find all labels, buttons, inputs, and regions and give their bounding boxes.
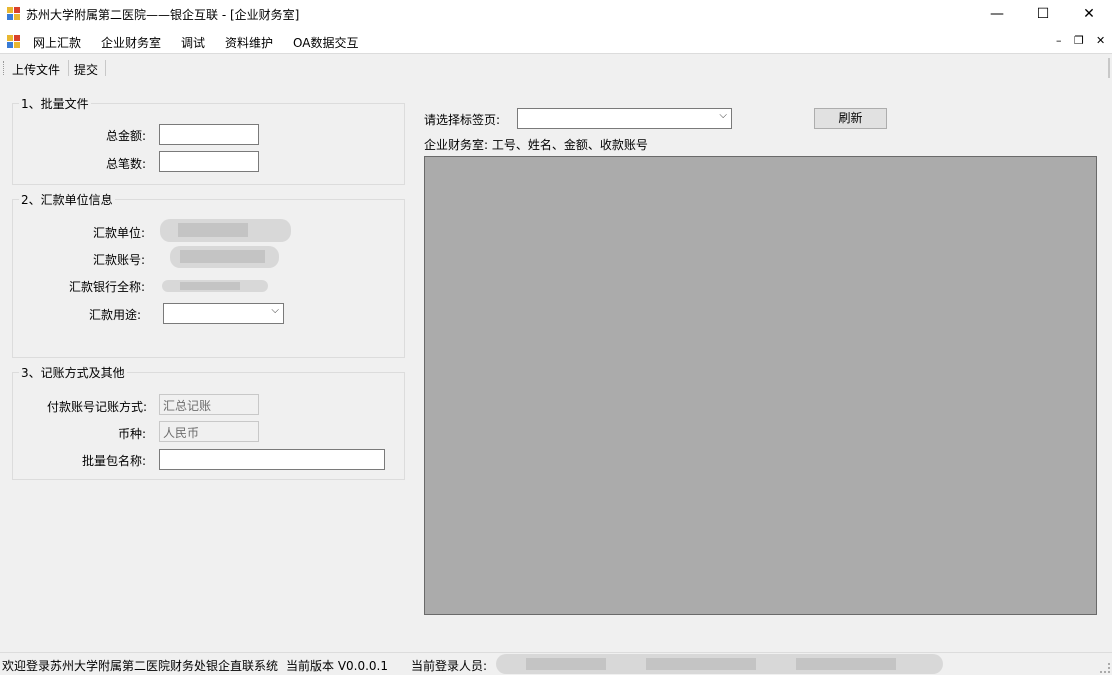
posting-method-field: 汇总记账 <box>159 394 259 415</box>
select-tab-label: 请选择标签页: <box>424 113 501 127</box>
redacted-remit-bank <box>162 280 268 292</box>
currency-field: 人民币 <box>159 421 259 442</box>
redacted-remit-unit <box>160 219 291 242</box>
upload-file-button[interactable]: 上传文件 <box>12 61 60 78</box>
close-button[interactable]: ✕ <box>1066 0 1112 30</box>
column-hint-text: 企业财务室: 工号、姓名、金额、收款账号 <box>424 138 648 152</box>
menu-bar: 网上汇款 企业财务室 调试 资料维护 OA数据交互 – ❐ ✕ <box>0 30 1112 54</box>
mdi-close-button[interactable]: ✕ <box>1096 34 1105 47</box>
toolbar: 上传文件 提交 <box>0 55 1112 80</box>
status-bar: 欢迎登录苏州大学附属第二医院财务处银企直联系统 当前版本 V0.0.0.1 当前… <box>0 652 1112 675</box>
minimize-button[interactable]: — <box>974 0 1020 30</box>
posting-method-label: 付款账号记账方式: <box>47 400 148 414</box>
data-grid[interactable] <box>424 156 1097 615</box>
chevron-down-icon: ⌵ <box>719 110 727 121</box>
welcome-text: 欢迎登录苏州大学附属第二医院财务处银企直联系统 <box>2 659 279 673</box>
title-bar: 苏州大学附属第二医院——银企互联 - [企业财务室] — ☐ ✕ <box>0 0 1112 30</box>
scrollbar-stub <box>1108 58 1110 78</box>
app-icon <box>7 7 21 21</box>
mdi-minimize-button[interactable]: – <box>1056 34 1062 47</box>
toolbar-grip[interactable] <box>3 61 5 75</box>
total-amount-label: 总金额: <box>106 129 147 143</box>
group-title: 3、记账方式及其他 <box>19 364 127 381</box>
redacted-remit-account <box>170 246 279 268</box>
group-title: 2、汇款单位信息 <box>19 191 115 208</box>
purpose-label: 汇款用途: <box>89 308 142 322</box>
remit-unit-label: 汇款单位: <box>93 226 146 240</box>
batch-name-label: 批量包名称: <box>82 454 147 468</box>
current-user-label: 当前登录人员: <box>411 659 488 673</box>
total-count-field[interactable] <box>159 151 259 172</box>
menu-online-remit[interactable]: 网上汇款 <box>33 34 81 51</box>
select-tab-combobox[interactable]: ⌵ <box>517 108 732 129</box>
mdi-restore-button[interactable]: ❐ <box>1074 34 1084 47</box>
total-amount-field[interactable] <box>159 124 259 145</box>
menu-oa-data-exchange[interactable]: OA数据交互 <box>293 34 358 51</box>
resize-grip[interactable] <box>1100 663 1110 673</box>
remit-account-label: 汇款账号: <box>93 253 146 267</box>
redacted-current-user <box>496 654 943 674</box>
menu-finance-room[interactable]: 企业财务室 <box>101 34 161 51</box>
menu-debug[interactable]: 调试 <box>181 34 205 51</box>
menu-data-maintenance[interactable]: 资料维护 <box>225 34 273 51</box>
currency-label: 币种: <box>118 427 147 441</box>
group-title: 1、批量文件 <box>19 95 91 112</box>
submit-button[interactable]: 提交 <box>74 61 98 78</box>
total-count-label: 总笔数: <box>106 157 147 171</box>
toolbar-separator <box>105 60 106 76</box>
toolbar-separator <box>68 60 69 76</box>
window-title: 苏州大学附属第二医院——银企互联 - [企业财务室] <box>26 8 300 22</box>
version-text: 当前版本 V0.0.0.1 <box>286 659 389 673</box>
maximize-button[interactable]: ☐ <box>1020 0 1066 30</box>
refresh-button[interactable]: 刷新 <box>814 108 887 129</box>
chevron-down-icon: ⌵ <box>271 305 279 316</box>
remit-bank-label: 汇款银行全称: <box>69 280 146 294</box>
purpose-combobox[interactable]: ⌵ <box>163 303 284 324</box>
batch-name-field[interactable] <box>159 449 385 470</box>
mdi-child-icon[interactable] <box>7 35 21 49</box>
